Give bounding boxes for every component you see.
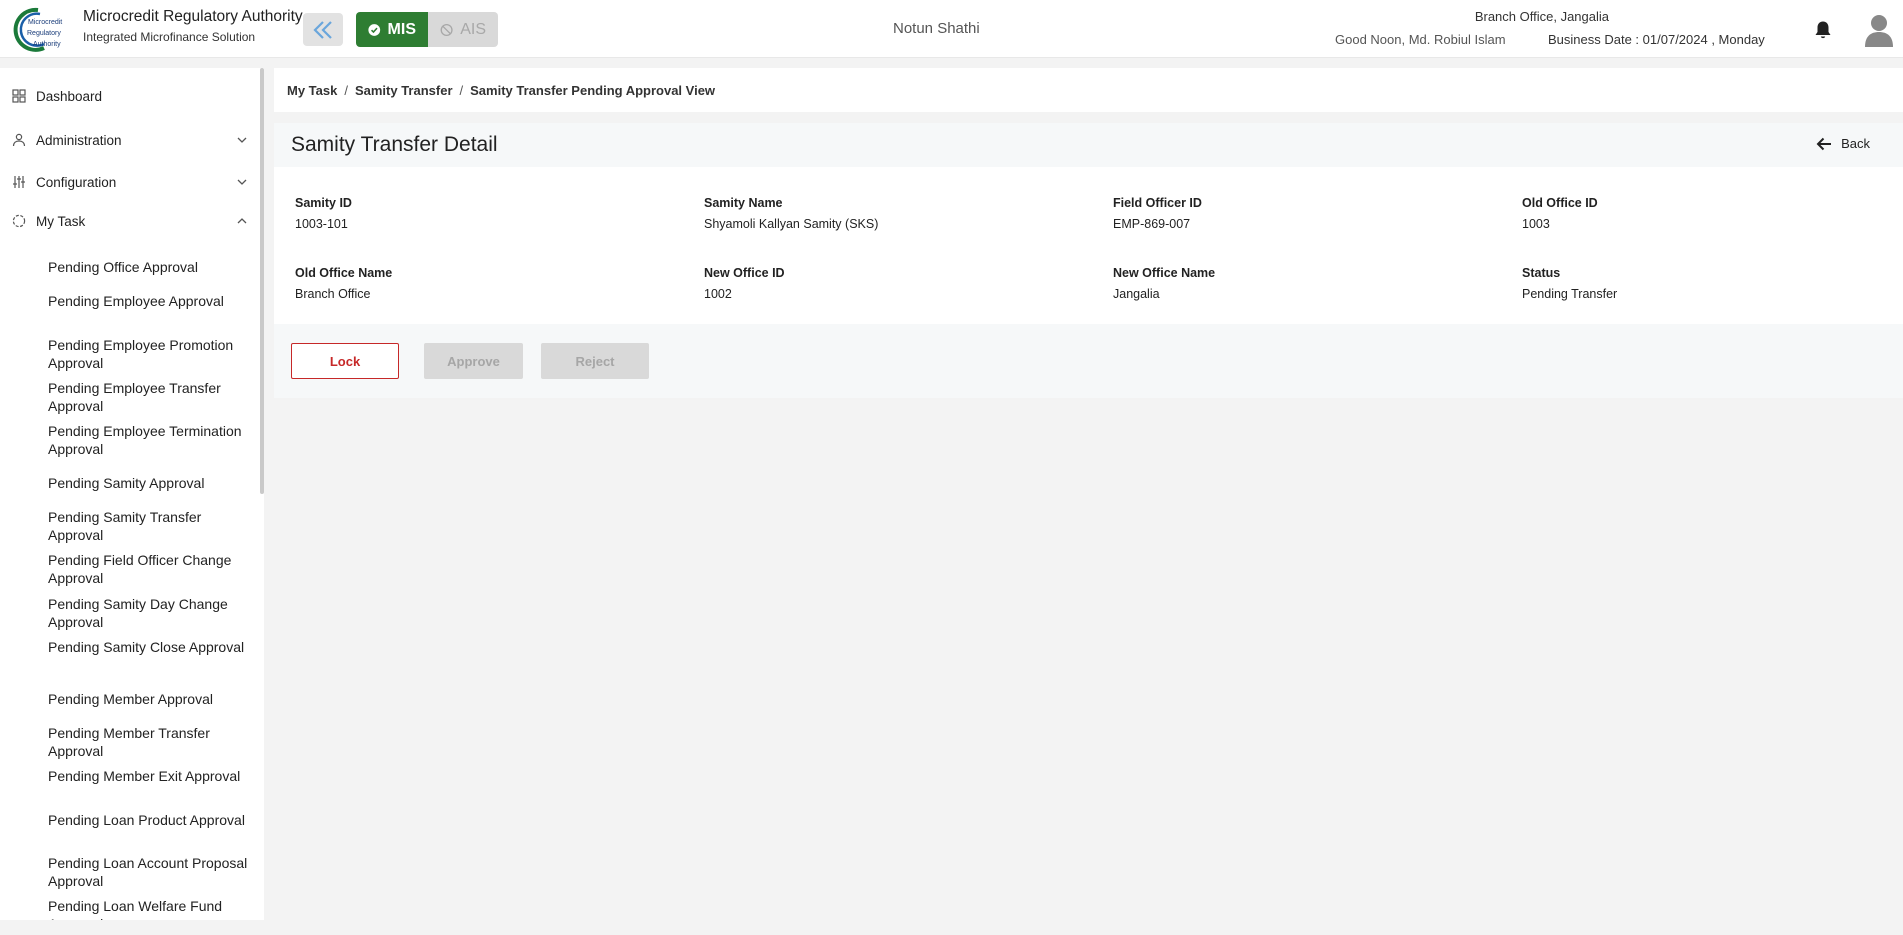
mra-logo-icon: Microcredit Regulatory Authority	[13, 7, 62, 52]
sidebar-subitem[interactable]: Pending Employee Termination Approval	[48, 422, 248, 458]
back-button[interactable]: Back	[1816, 136, 1870, 151]
field-label: New Office Name	[1113, 266, 1216, 280]
branch-name: Branch Office, Jangalia	[1474, 9, 1609, 24]
sidebar-subitem[interactable]: Pending Samity Day Change Approval	[48, 595, 248, 631]
chevron-up-icon	[237, 218, 247, 224]
check-circle-icon	[368, 23, 381, 36]
mis-mode-button[interactable]: MIS	[356, 12, 428, 47]
lock-button[interactable]: Lock	[291, 343, 399, 379]
back-label: Back	[1841, 136, 1870, 151]
field-field-officer-id: Field Officer ID EMP-869-007	[1113, 196, 1493, 231]
chevron-down-icon	[237, 137, 247, 143]
sidebar-subitem[interactable]: Pending Samity Close Approval	[48, 638, 248, 656]
ais-label: AIS	[460, 20, 486, 38]
field-value: EMP-869-007	[1113, 217, 1191, 231]
breadcrumb-current: Samity Transfer Pending Approval View	[470, 82, 716, 98]
sidebar-subitem[interactable]: Pending Samity Approval	[48, 474, 248, 492]
sidebar-item-configuration[interactable]: Configuration	[0, 166, 260, 198]
mis-label: MIS	[387, 20, 416, 38]
field-old-office-name: Old Office Name Branch Office	[295, 266, 675, 301]
breadcrumb-separator: /	[344, 82, 348, 98]
sidebar-subitem[interactable]: Pending Field Officer Change Approval	[48, 551, 248, 587]
field-label: Samity ID	[295, 196, 352, 210]
field-value: Shyamoli Kallyan Samity (SKS)	[704, 217, 879, 231]
page-title: Samity Transfer Detail	[291, 133, 498, 156]
user-greeting: Good Noon, Md. Robiul Islam	[1335, 32, 1506, 47]
field-label: Samity Name	[704, 196, 783, 210]
sidebar-subitem[interactable]: Pending Employee Approval	[48, 292, 248, 310]
field-samity-id: Samity ID 1003-101	[295, 196, 675, 231]
breadcrumb: My Task / Samity Transfer / Samity Trans…	[274, 68, 1903, 112]
approve-button[interactable]: Approve	[424, 343, 523, 379]
double-chevron-left-icon	[313, 20, 332, 39]
sidebar-subitem[interactable]: Pending Employee Transfer Approval	[48, 379, 248, 415]
field-value: 1002	[704, 287, 732, 301]
breadcrumb-samity-transfer[interactable]: Samity Transfer	[355, 83, 453, 98]
brand-title: Microcredit Regulatory Authority	[83, 8, 303, 25]
field-value: 1003-101	[295, 217, 348, 231]
sidebar-scrollbar[interactable]	[260, 68, 264, 494]
breadcrumb-separator: /	[459, 82, 464, 98]
block-icon	[440, 23, 453, 36]
sidebar-item-my-task[interactable]: My Task	[0, 205, 260, 237]
brand-subtitle: Integrated Microfinance Solution	[83, 30, 256, 44]
sliders-icon	[13, 176, 25, 188]
field-label: Field Officer ID	[1113, 196, 1202, 210]
top-header: Microcredit Regulatory Authority Microcr…	[0, 0, 1903, 58]
breadcrumb-my-task[interactable]: My Task	[287, 83, 337, 98]
field-new-office-name: New Office Name Jangalia	[1113, 266, 1493, 301]
field-samity-name: Samity Name Shyamoli Kallyan Samity (SKS…	[704, 196, 1084, 231]
sidebar-item-label: Configuration	[36, 174, 117, 190]
business-date: Business Date : 01/07/2024 , Monday	[1548, 32, 1765, 47]
sidebar-subitem[interactable]: Pending Office Approval	[48, 258, 248, 276]
chevron-down-icon	[237, 179, 247, 185]
field-value: Branch Office	[295, 287, 371, 301]
sidebar-subitem[interactable]: Pending Member Exit Approval	[48, 767, 248, 785]
sidebar-item-label: My Task	[36, 213, 86, 229]
status-value: Pending Transfer	[1522, 287, 1618, 301]
logo-text-3: Authority	[33, 41, 61, 48]
reject-button[interactable]: Reject	[541, 343, 649, 379]
notification-bell-icon[interactable]	[1812, 19, 1834, 41]
field-label: Old Office ID	[1522, 196, 1598, 210]
grid-icon	[12, 89, 26, 103]
sidebar-item-dashboard[interactable]: Dashboard	[0, 80, 260, 112]
center-name: Notun Shathi	[893, 20, 980, 37]
sidebar-item-label: Dashboard	[36, 88, 103, 104]
sidebar-item-administration[interactable]: Administration	[0, 124, 260, 156]
users-icon	[12, 133, 26, 147]
field-value: 1003	[1522, 217, 1550, 231]
sidebar: Dashboard Administration Configuration M…	[0, 68, 264, 920]
ais-mode-button[interactable]: AIS	[428, 12, 498, 47]
user-avatar-icon[interactable]	[1863, 12, 1895, 48]
sidebar-subitem[interactable]: Pending Loan Product Approval	[48, 811, 248, 829]
sidebar-subitem[interactable]: Pending Loan Welfare Fund Approval	[48, 897, 248, 920]
sidebar-item-label: Administration	[36, 132, 122, 148]
logo-text-1: Microcredit	[28, 19, 62, 26]
sidebar-subitem[interactable]: Pending Member Transfer Approval	[48, 724, 248, 760]
arrow-left-icon	[1816, 137, 1832, 150]
module-switch: MIS AIS	[356, 12, 498, 47]
field-label: Status	[1522, 266, 1561, 280]
sidebar-subitem[interactable]: Pending Loan Account Proposal Approval	[48, 854, 248, 890]
field-value: Jangalia	[1113, 287, 1160, 301]
sidebar-subitem[interactable]: Pending Member Approval	[48, 690, 248, 708]
detail-fields: Samity ID 1003-101 Samity Name Shyamoli …	[274, 167, 1903, 324]
field-old-office-id: Old Office ID 1003	[1522, 196, 1902, 231]
field-label: Old Office Name	[295, 266, 393, 280]
detail-header: Samity Transfer Detail Back	[274, 123, 1903, 167]
logo-text-2: Regulatory	[27, 30, 61, 37]
sidebar-subitem[interactable]: Pending Samity Transfer Approval	[48, 508, 248, 544]
action-bar: Lock Approve Reject	[274, 324, 1903, 398]
task-icon	[12, 214, 26, 228]
field-new-office-id: New Office ID 1002	[704, 266, 1084, 301]
collapse-sidebar-button[interactable]	[303, 13, 343, 46]
sidebar-subitem[interactable]: Pending Employee Promotion Approval	[48, 336, 248, 372]
field-label: New Office ID	[704, 266, 785, 280]
field-status: Status Pending Transfer	[1522, 266, 1902, 301]
